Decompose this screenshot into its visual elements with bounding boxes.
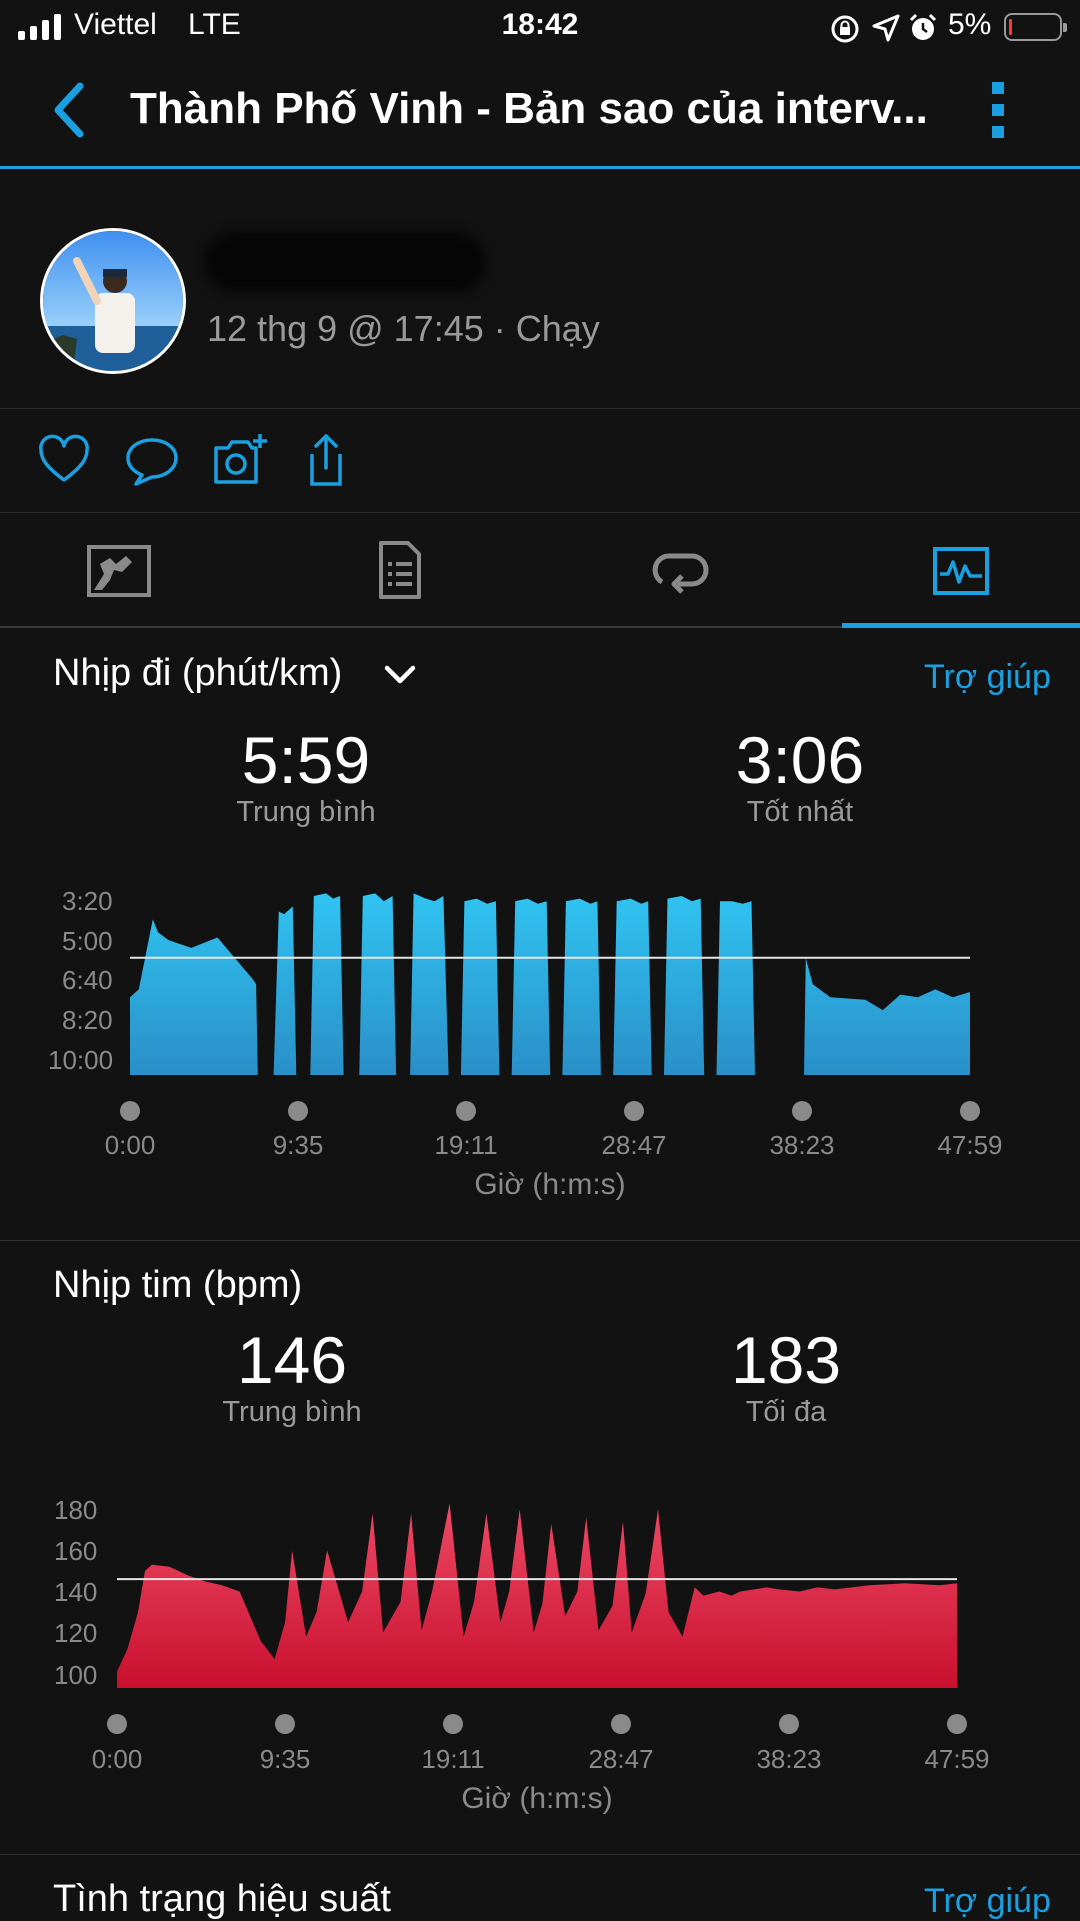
- hr-x-tick: 28:47: [588, 1744, 654, 1774]
- hr-area-series: [117, 1503, 957, 1688]
- hr-x-tick-marker: [443, 1714, 463, 1734]
- heart-rate-chart[interactable]: [0, 0, 1080, 1920]
- hr-x-tick: 47:59: [924, 1744, 990, 1774]
- performance-help-link[interactable]: Trợ giúp: [924, 1882, 1051, 1921]
- hr-x-tick: 9:35: [259, 1744, 311, 1774]
- hr-x-tick-marker: [779, 1714, 799, 1734]
- divider: [0, 1854, 1080, 1855]
- hr-x-tick-marker: [947, 1714, 967, 1734]
- hr-x-tick: 0:00: [91, 1744, 143, 1774]
- hr-x-tick-marker: [611, 1714, 631, 1734]
- hr-x-tick: 19:11: [421, 1744, 485, 1774]
- performance-condition-title: Tình trạng hiệu suất: [53, 1878, 391, 1920]
- hr-x-tick-marker: [275, 1714, 295, 1734]
- hr-x-tick-marker: [107, 1714, 127, 1734]
- hr-x-tick: 38:23: [756, 1744, 822, 1774]
- hr-x-axis-label: Giờ (h:m:s): [461, 1782, 613, 1815]
